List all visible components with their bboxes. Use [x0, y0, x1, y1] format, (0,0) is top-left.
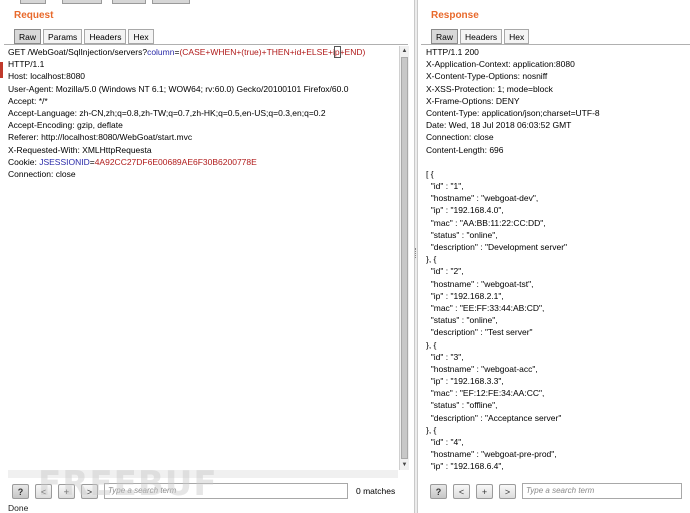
- top-toolbar-button[interactable]: [20, 0, 46, 4]
- response-line: "ip" : "192.168.3.3",: [426, 376, 504, 387]
- response-line: "mac" : "EF:12:FE:34:AA:CC",: [426, 388, 545, 399]
- cookie-line: Cookie: JSESSIONID=4A92CC27DF6E00689AE6F…: [8, 156, 257, 167]
- response-line: HTTP/1.1 200: [426, 47, 479, 57]
- request-tab-divider: [4, 44, 408, 45]
- tab-hex[interactable]: Hex: [128, 29, 154, 44]
- help-button[interactable]: ?: [12, 483, 29, 499]
- response-line: "id" : "4",: [426, 437, 464, 447]
- tab-hex[interactable]: Hex: [504, 29, 530, 44]
- response-line: "id" : "2",: [426, 266, 464, 277]
- status-text: Done: [8, 503, 29, 513]
- response-line: "ip" : "192.168.6.4",: [426, 461, 504, 472]
- scroll-down-icon[interactable]: ▼: [400, 460, 409, 470]
- request-line: GET /WebGoat/SqlInjection/servers?column…: [8, 46, 366, 58]
- response-line: "hostname" : "webgoat-acc",: [426, 363, 538, 374]
- response-line: "mac" : "AA:BB:11:22:CC:DD",: [426, 217, 546, 228]
- response-title: Response: [431, 10, 479, 21]
- response-line: X-Content-Type-Options: nosniff: [426, 71, 548, 82]
- request-header-line: X-Requested-With: XMLHttpRequesta: [8, 144, 152, 155]
- response-editor[interactable]: HTTP/1.1 200 X-Application-Context: appli…: [426, 46, 690, 476]
- response-line: "ip" : "192.168.4.0",: [426, 205, 504, 216]
- response-lines: HTTP/1.1 200 X-Application-Context: appli…: [426, 46, 690, 473]
- request-header-line: Accept-Encoding: gzip, deflate: [8, 120, 123, 131]
- request-title: Request: [14, 10, 54, 21]
- response-line: "id" : "1",: [426, 181, 464, 192]
- response-line: Content-Length: 696: [426, 144, 504, 155]
- request-editor[interactable]: GET /WebGoat/SqlInjection/servers?column…: [8, 46, 398, 470]
- request-header-line: HTTP/1.1: [8, 59, 45, 70]
- add-button[interactable]: +: [476, 483, 493, 499]
- response-line: }, {: [426, 339, 437, 350]
- splitter-grip-icon[interactable]: [415, 248, 418, 258]
- top-toolbar-button[interactable]: [152, 0, 190, 4]
- response-line: X-Application-Context: application:8080: [426, 59, 575, 70]
- request-header-line: User-Agent: Mozilla/5.0 (Windows NT 6.1;…: [8, 83, 349, 94]
- response-line: [ {: [426, 168, 434, 179]
- response-line: "hostname" : "webgoat-pre-prod",: [426, 449, 557, 460]
- response-line: Content-Type: application/json;charset=U…: [426, 107, 600, 118]
- request-header-line: Connection: close: [8, 168, 76, 179]
- response-line: "description" : "Test server": [426, 327, 533, 338]
- response-line: X-XSS-Protection: 1; mode=block: [426, 83, 553, 94]
- response-line: [426, 156, 690, 168]
- request-tabs: Raw Params Headers Hex: [14, 29, 156, 44]
- scroll-thumb[interactable]: [401, 57, 408, 459]
- match-count: 0 matches: [356, 486, 396, 496]
- response-line: "status" : "online",: [426, 315, 498, 326]
- next-button[interactable]: >: [499, 483, 516, 499]
- request-header-line: Accept-Language: zh-CN,zh;q=0.8,zh-TW;q=…: [8, 107, 326, 118]
- response-line: "description" : "Development server": [426, 242, 568, 252]
- response-line: "description" : "Acceptance server": [426, 412, 562, 423]
- top-toolbar-button[interactable]: [112, 0, 146, 4]
- response-line: "status" : "offline",: [426, 400, 498, 411]
- response-search-bar: ? < + > Type a search term: [430, 480, 682, 502]
- response-line: "mac" : "EE:FF:33:44:AB:CD",: [426, 302, 545, 313]
- response-line: Date: Wed, 18 Jul 2018 06:03:52 GMT: [426, 120, 572, 131]
- help-button[interactable]: ?: [430, 483, 447, 499]
- response-line: "hostname" : "webgoat-tst",: [426, 278, 534, 289]
- response-tabs: Raw Headers Hex: [431, 29, 531, 44]
- tab-headers[interactable]: Headers: [460, 29, 503, 44]
- pane-splitter[interactable]: [414, 0, 418, 513]
- request-header-line: Host: localhost:8080: [8, 71, 86, 82]
- tab-headers[interactable]: Headers: [84, 29, 127, 44]
- response-line: }, {: [426, 424, 437, 435]
- response-line: }, {: [426, 254, 437, 265]
- request-header-line: Referer: http://localhost:8080/WebGoat/s…: [8, 132, 193, 143]
- tab-params[interactable]: Params: [43, 29, 83, 44]
- response-tab-divider: [421, 44, 690, 45]
- prev-button[interactable]: <: [453, 483, 470, 499]
- scroll-up-icon[interactable]: ▲: [400, 46, 409, 56]
- response-line: "hostname" : "webgoat-dev",: [426, 193, 539, 204]
- response-line: X-Frame-Options: DENY: [426, 95, 520, 106]
- watermark-logo: FREEBUF: [38, 464, 218, 504]
- response-line: "id" : "3",: [426, 351, 464, 362]
- tab-raw[interactable]: Raw: [14, 29, 42, 44]
- top-toolbar-button[interactable]: [62, 0, 102, 4]
- edit-marker: [0, 62, 3, 78]
- request-scrollbar[interactable]: ▲ ▼: [399, 46, 409, 470]
- request-header-line: Accept: */*: [8, 95, 48, 106]
- tab-raw[interactable]: Raw: [431, 29, 459, 44]
- response-line: "ip" : "192.168.2.1",: [426, 290, 504, 301]
- response-line: Connection: close: [426, 132, 494, 143]
- response-line: "status" : "online",: [426, 229, 498, 240]
- response-search-input[interactable]: Type a search term: [522, 483, 682, 499]
